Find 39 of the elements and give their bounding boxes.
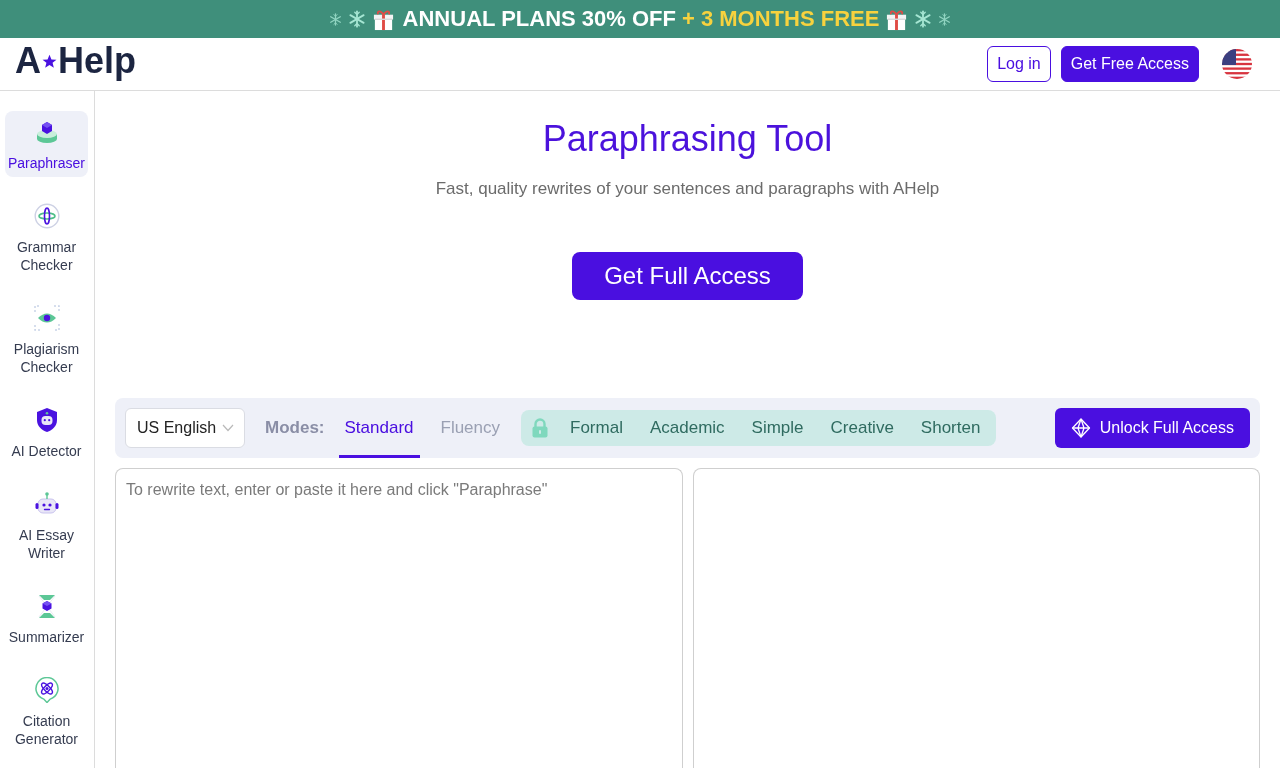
sidebar-item[interactable]: Plagiarism Checker bbox=[5, 297, 88, 381]
sidebar-item[interactable]: Citation Generator bbox=[5, 669, 88, 753]
login-button[interactable]: Log in bbox=[987, 46, 1051, 82]
diamond-icon bbox=[1070, 418, 1091, 438]
mode-tab[interactable]: Creative bbox=[824, 410, 900, 446]
eye-icon bbox=[33, 305, 60, 331]
mode-tab[interactable]: Academic bbox=[643, 410, 731, 446]
snowflake-icon bbox=[347, 10, 366, 28]
snowflake-icon bbox=[914, 10, 933, 28]
logo-text: A bbox=[15, 43, 41, 79]
mode-tab[interactable]: Standard bbox=[338, 398, 420, 458]
sidebar-item[interactable]: AI Essay Writer bbox=[5, 483, 88, 567]
sidebar-item[interactable]: Summarizer bbox=[5, 585, 88, 651]
unlock-button[interactable]: Unlock Full Access bbox=[1054, 408, 1250, 448]
lock-icon bbox=[531, 418, 550, 438]
signup-button[interactable]: Get Free Access bbox=[1060, 46, 1199, 82]
snowflake-icon bbox=[938, 12, 952, 26]
modes-label: Modes: bbox=[265, 418, 325, 438]
chevron-down-icon bbox=[222, 424, 234, 432]
orbit-icon bbox=[33, 203, 60, 229]
robot-icon bbox=[33, 491, 60, 517]
atom-icon bbox=[33, 677, 60, 703]
flag-icon[interactable] bbox=[1222, 49, 1252, 79]
sidebar-item[interactable]: Grammar Checker bbox=[5, 195, 88, 279]
sidebar-item[interactable]: AI Detector bbox=[5, 399, 88, 465]
mode-tab[interactable]: Simple bbox=[745, 410, 810, 446]
get-access-button[interactable]: Get Full Access bbox=[572, 252, 803, 300]
language-select[interactable]: US English bbox=[125, 408, 245, 448]
star-icon bbox=[42, 53, 57, 69]
snowflake-icon bbox=[328, 12, 342, 26]
page-title: Paraphrasing Tool bbox=[542, 117, 833, 161]
promo-text: + 3 MONTHS FREE bbox=[682, 6, 880, 32]
page-subtitle: Fast, quality rewrites of your sentences and paragraphs with AHelp bbox=[435, 178, 940, 200]
mode-tab[interactable]: Shorten bbox=[914, 410, 987, 446]
mode-tab[interactable]: Formal bbox=[564, 410, 629, 446]
sidebar-item[interactable]: Paraphraser bbox=[5, 111, 88, 177]
input-field[interactable]: To rewrite text, enter or paste it here and click "Paraphrase" bbox=[115, 468, 683, 768]
logo-text: Help bbox=[58, 43, 136, 79]
promo-text: ANNUAL PLANS 30% OFF bbox=[402, 6, 676, 32]
